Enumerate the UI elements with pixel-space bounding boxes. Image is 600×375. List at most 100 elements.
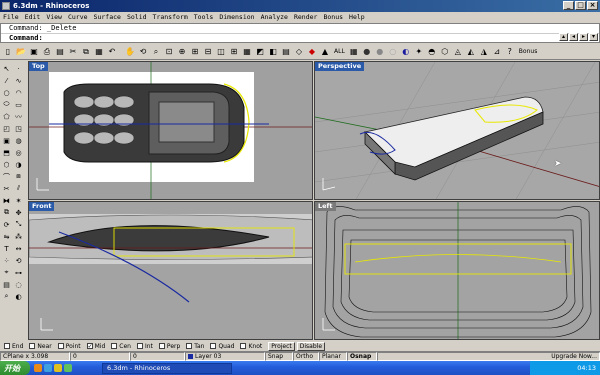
select-arrow-icon[interactable]: ↖ — [1, 63, 12, 74]
menu-analyze[interactable]: Analyze — [261, 13, 288, 21]
wireframe-icon[interactable]: ▦ — [348, 46, 360, 58]
split-icon[interactable]: ⫽ — [13, 183, 24, 194]
osnap-perp[interactable]: Perp — [158, 343, 180, 350]
menu-file[interactable]: File — [3, 13, 19, 21]
light-icon[interactable]: ✦ — [413, 46, 425, 58]
rotate-view-icon[interactable]: ⟲ — [137, 46, 149, 58]
desktop-icon[interactable] — [44, 364, 52, 372]
start-button[interactable]: 开始 — [0, 361, 30, 375]
osnap-near[interactable]: Near — [29, 343, 52, 350]
fillet-icon[interactable]: ⌒ — [1, 171, 12, 182]
osnap-knot-checkbox[interactable] — [240, 343, 247, 349]
ellipse-icon[interactable]: ⬭ — [1, 99, 12, 110]
select-icon[interactable]: ◇ — [293, 46, 305, 58]
menu-view[interactable]: View — [46, 13, 62, 21]
offset-icon[interactable]: ⧈ — [13, 171, 24, 182]
viewport-front[interactable]: Front — [28, 201, 313, 340]
maximize-button[interactable]: □ — [575, 1, 586, 10]
osnap-cen-checkbox[interactable] — [111, 343, 118, 349]
menu-edit[interactable]: Edit — [25, 13, 41, 21]
four-view-icon[interactable]: ⊞ — [228, 46, 240, 58]
dimension-icon[interactable]: ↔ — [13, 243, 24, 254]
cut-icon[interactable]: ✂ — [67, 46, 79, 58]
osnap-near-checkbox[interactable] — [29, 343, 36, 349]
status-upgrade-link[interactable]: Upgrade Now... — [377, 351, 600, 361]
text-icon[interactable]: T — [1, 243, 12, 254]
osnap-tan-checkbox[interactable] — [186, 343, 193, 349]
layer-tool-icon[interactable]: ▤ — [1, 279, 12, 290]
render-icon[interactable]: ○ — [387, 46, 399, 58]
open-file-icon[interactable]: 📂 — [15, 46, 27, 58]
group-icon[interactable]: ⧉ — [1, 207, 12, 218]
analysis-icon[interactable]: ◬ — [452, 46, 464, 58]
viewport-top-title[interactable]: Top — [29, 62, 48, 71]
osnap-mid[interactable]: ✓ Mid — [86, 343, 105, 350]
command-scroll-up-button[interactable]: ▴ — [559, 33, 568, 41]
control-points-icon[interactable]: ⁘ — [1, 255, 12, 266]
revolve-icon[interactable]: ◎ — [13, 147, 24, 158]
rendered-icon[interactable]: ● — [374, 46, 386, 58]
menu-dimension[interactable]: Dimension — [219, 13, 254, 21]
command-prompt[interactable]: Command: — [1, 33, 599, 42]
environment-icon[interactable]: ◓ — [426, 46, 438, 58]
viewport-left[interactable]: Left — [314, 201, 600, 340]
zoom-icon[interactable]: ⌕ — [150, 46, 162, 58]
osnap-cen[interactable]: Cen — [111, 343, 131, 350]
command-scroll-right-button[interactable]: ▸ — [579, 33, 588, 41]
command-scroll-down-button[interactable]: ▾ — [589, 33, 598, 41]
array-icon[interactable]: ⁂ — [13, 231, 24, 242]
join-icon[interactable]: ⧓ — [1, 195, 12, 206]
loft-icon[interactable]: ◳ — [13, 123, 24, 134]
scale-icon[interactable]: ⤡ — [13, 219, 24, 230]
pan-hand-icon[interactable]: ✋ — [124, 46, 136, 58]
polygon-icon[interactable]: ⬠ — [1, 111, 12, 122]
zoom-extents-icon[interactable]: ⊞ — [189, 46, 201, 58]
curve-icon[interactable]: ∿ — [13, 75, 24, 86]
status-planar-toggle[interactable]: Planar — [319, 351, 347, 361]
status-layer[interactable]: Layer 03 — [185, 351, 265, 361]
zoom-dynamic-icon[interactable]: ⊕ — [176, 46, 188, 58]
menu-surface[interactable]: Surface — [94, 13, 121, 21]
menu-help[interactable]: Help — [349, 13, 365, 21]
arc-icon[interactable]: ◠ — [13, 87, 24, 98]
layer-icon[interactable]: ◧ — [267, 46, 279, 58]
save-icon[interactable]: ▣ — [28, 46, 40, 58]
material-icon[interactable]: ◐ — [400, 46, 412, 58]
viewport-left-title[interactable]: Left — [315, 202, 336, 211]
boolean-icon[interactable]: ◑ — [13, 159, 24, 170]
render-mesh-icon[interactable]: ⊿ — [491, 46, 503, 58]
print-icon[interactable]: ⎙ — [41, 46, 53, 58]
circle-icon[interactable]: ○ — [1, 87, 12, 98]
osnap-quad[interactable]: Quad — [210, 343, 234, 350]
viewport-top[interactable]: Top — [28, 61, 313, 200]
properties-icon[interactable]: ▤ — [54, 46, 66, 58]
osnap-int-checkbox[interactable] — [136, 343, 143, 349]
menu-curve[interactable]: Curve — [68, 13, 88, 21]
rebuild-icon[interactable]: ⟲ — [13, 255, 24, 266]
freeform-icon[interactable]: 〰 — [13, 111, 24, 122]
status-ortho-toggle[interactable]: Ortho — [293, 351, 319, 361]
mesh-tool-icon[interactable]: ⬡ — [1, 159, 12, 170]
zoom-window-icon[interactable]: ⊡ — [163, 46, 175, 58]
explode-icon[interactable]: ✶ — [13, 195, 24, 206]
osnap-int[interactable]: Int — [136, 343, 153, 350]
osnap-end[interactable]: End — [4, 343, 23, 350]
osnap-point[interactable]: Point — [57, 343, 81, 350]
object-properties-icon[interactable]: ▤ — [280, 46, 292, 58]
osnap-end-checkbox[interactable] — [4, 343, 10, 349]
osnap-quad-checkbox[interactable] — [210, 343, 217, 349]
trim-icon[interactable]: ✂ — [1, 183, 12, 194]
rotate-icon[interactable]: ⟳ — [1, 219, 12, 230]
bonus-button[interactable]: Bonus — [517, 46, 540, 58]
zoom-selected-icon[interactable]: ⊟ — [202, 46, 214, 58]
point-icon[interactable]: · — [13, 63, 24, 74]
cplane-icon[interactable]: ◩ — [254, 46, 266, 58]
copy-icon[interactable]: ⧉ — [80, 46, 92, 58]
osnap-mid-checkbox[interactable]: ✓ — [86, 343, 93, 350]
mesh-icon[interactable]: ⬡ — [439, 46, 451, 58]
menu-render[interactable]: Render — [294, 13, 317, 21]
menu-transform[interactable]: Transform — [153, 13, 188, 21]
draft-angle-icon[interactable]: ◮ — [478, 46, 490, 58]
viewport-front-title[interactable]: Front — [29, 202, 55, 211]
distance-icon[interactable]: ⊶ — [13, 267, 24, 278]
